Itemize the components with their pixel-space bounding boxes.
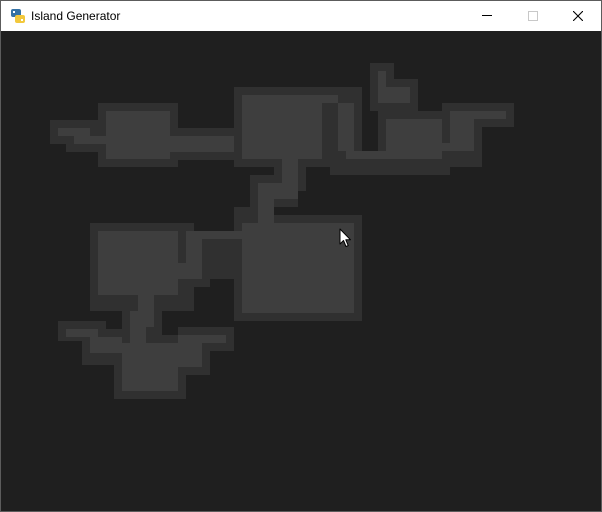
maximize-icon [528,11,538,21]
window-title: Island Generator [31,9,121,23]
minimize-icon [482,15,492,16]
app-window: Island Generator [0,0,602,512]
island-canvas[interactable] [1,31,601,511]
arrow-pointer-icon [339,228,352,249]
island-map [50,63,514,399]
title-bar[interactable]: Island Generator [1,1,601,31]
minimize-button[interactable] [464,1,510,31]
close-icon [573,11,583,21]
python-icon [10,8,26,24]
close-button[interactable] [555,1,601,31]
maximize-button[interactable] [510,1,556,31]
island-fill [58,71,506,391]
